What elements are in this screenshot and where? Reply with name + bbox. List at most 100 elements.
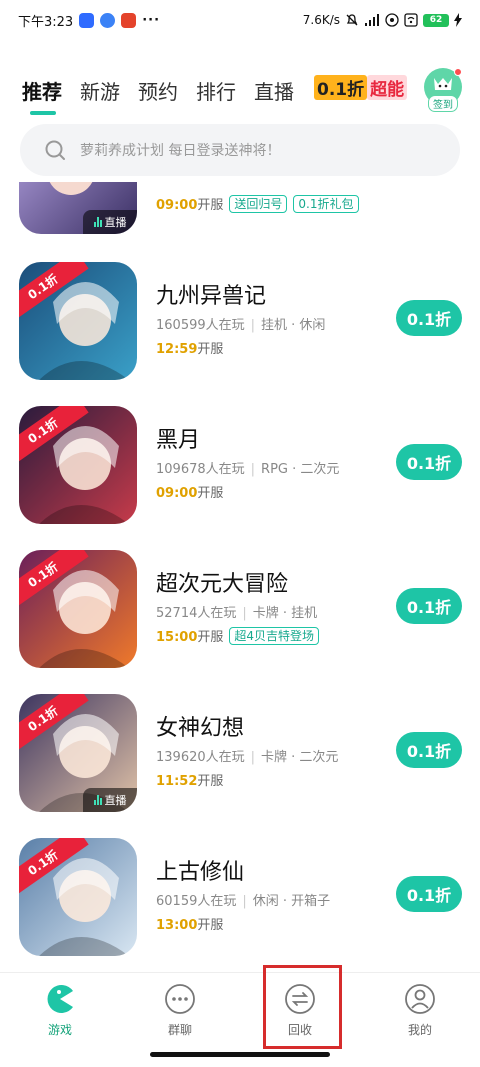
game-list: 直播 09:00开服 送回归号 0.1折礼包 0.1折 九州异兽记 160599… xyxy=(0,182,480,970)
game-name: 黑月 xyxy=(156,428,201,453)
nav-games[interactable]: 游戏 xyxy=(0,973,120,1046)
game-name: 上古修仙 xyxy=(156,860,245,885)
game-item[interactable]: 0.1折 黑月 109678人在玩 | RPG · 二次元 09:00开服 0.1折 xyxy=(0,406,480,532)
game-meta: 139620人在玩 | 卡牌 · 二次元 xyxy=(156,750,339,765)
category-tabs: 推荐 新游 预约 排行 直播 xyxy=(0,62,480,117)
notification-dot xyxy=(454,68,462,76)
open-time: 15:00 xyxy=(156,630,198,645)
tab-reservation[interactable]: 预约 xyxy=(138,62,178,105)
player-count: 52714人在玩 xyxy=(156,606,237,621)
bottom-navigation: 游戏 群聊 回收 我的 xyxy=(0,972,480,1046)
game-meta: 52714人在玩 | 卡牌 · 挂机 xyxy=(156,606,318,621)
game-item[interactable]: 0.1折 直播 女神幻想 139620人在玩 | 卡牌 · 二次元 11:52开服 … xyxy=(0,694,480,820)
game-meta: 160599人在玩 | 挂机 · 休闲 xyxy=(156,318,326,333)
search-placeholder: 萝莉养成计划 每日登录送神将！ xyxy=(80,143,281,159)
home-indicator[interactable] xyxy=(150,1052,330,1057)
app-notification-icon xyxy=(100,12,116,28)
game-icon: 0.1折 xyxy=(19,838,137,956)
get-discount-button[interactable]: 0.1折 xyxy=(396,300,462,336)
game-item-partial[interactable]: 直播 09:00开服 送回归号 0.1折礼包 xyxy=(0,182,480,242)
player-count: 60159人在玩 xyxy=(156,894,237,909)
pacman-icon xyxy=(47,985,73,1013)
player-count: 160599人在玩 xyxy=(156,318,245,333)
user-icon xyxy=(405,984,435,1014)
tab-recommended[interactable]: 推荐 xyxy=(22,62,62,115)
game-icon: 0.1折 直播 xyxy=(19,694,137,812)
signin-button[interactable]: 签到 xyxy=(424,68,462,112)
live-bars-icon xyxy=(93,795,102,805)
nav-label: 游戏 xyxy=(47,1023,72,1037)
game-name: 女神幻想 xyxy=(156,716,245,741)
open-time: 09:00 xyxy=(156,198,198,213)
player-count: 139620人在玩 xyxy=(156,750,245,765)
game-genre: 卡牌 · 二次元 xyxy=(261,750,339,765)
game-icon: 0.1折 xyxy=(19,406,137,524)
more-notifications-icon: ··· xyxy=(142,12,161,28)
nav-label: 群聊 xyxy=(167,1023,192,1037)
game-item[interactable]: 0.1折 上古修仙 60159人在玩 | 休闲 · 开箱子 13:00开服 0.1折 xyxy=(0,838,480,964)
search-bar[interactable]: 萝莉养成计划 每日登录送神将！ xyxy=(20,124,460,176)
status-bar: 下午3:23 ··· 7.6K/s 62 xyxy=(0,0,480,40)
promo-tab-super: 超能 xyxy=(367,74,408,100)
get-discount-button[interactable]: 0.1折 xyxy=(396,588,462,624)
live-badge: 直播 xyxy=(83,788,137,812)
game-tag: 0.1折礼包 xyxy=(293,194,359,213)
live-label: 直播 xyxy=(104,216,127,229)
nav-profile[interactable]: 我的 xyxy=(360,973,480,1046)
open-label: 开服 xyxy=(197,630,224,645)
open-label: 开服 xyxy=(197,486,224,501)
game-name: 九州异兽记 xyxy=(156,284,267,309)
open-time: 11:52 xyxy=(156,774,198,789)
game-open-time: 13:00开服 xyxy=(156,914,223,933)
game-open-time: 12:59开服 xyxy=(156,338,223,357)
player-count: 109678人在玩 xyxy=(156,462,245,477)
open-label: 开服 xyxy=(197,918,224,933)
open-label: 开服 xyxy=(197,342,224,357)
game-genre: RPG · 二次元 xyxy=(261,462,340,477)
tab-ranking[interactable]: 排行 xyxy=(196,62,236,105)
game-meta: 60159人在玩 | 休闲 · 开箱子 xyxy=(156,894,331,909)
get-discount-button[interactable]: 0.1折 xyxy=(396,444,462,480)
status-time: 下午3:23 xyxy=(18,14,74,30)
signin-label: 签到 xyxy=(428,95,458,112)
game-item[interactable]: 0.1折 九州异兽记 160599人在玩 | 挂机 · 休闲 12:59开服 0.1… xyxy=(0,262,480,388)
game-meta: 109678人在玩 | RPG · 二次元 xyxy=(156,462,340,477)
highlight-annotation-box xyxy=(263,965,342,1049)
open-time: 09:00 xyxy=(156,486,198,501)
promo-tab[interactable]: 0.1折 超能 xyxy=(314,74,408,100)
mascot-icon xyxy=(434,78,452,90)
get-discount-button[interactable]: 0.1折 xyxy=(396,876,462,912)
game-open-time: 09:00开服 送回归号 0.1折礼包 xyxy=(156,194,359,213)
game-item[interactable]: 0.1折 超次元大冒险 52714人在玩 | 卡牌 · 挂机 15:00开服 超4贝吉… xyxy=(0,550,480,676)
chat-bubble-icon xyxy=(165,984,195,1014)
nav-group-chat[interactable]: 群聊 xyxy=(120,973,240,1046)
nav-label: 我的 xyxy=(407,1023,432,1037)
app-notification-icon xyxy=(79,12,95,28)
tab-live[interactable]: 直播 xyxy=(254,62,294,105)
get-discount-button[interactable]: 0.1折 xyxy=(396,732,462,768)
open-time: 12:59 xyxy=(156,342,198,357)
game-genre: 卡牌 · 挂机 xyxy=(252,606,318,621)
tab-new-games[interactable]: 新游 xyxy=(80,62,120,105)
game-icon: 直播 xyxy=(19,182,137,234)
hotspot-icon xyxy=(385,13,399,27)
signal-icon xyxy=(365,14,379,26)
app-notification-icon xyxy=(121,12,137,28)
mute-icon xyxy=(346,14,358,26)
live-badge: 直播 xyxy=(83,210,137,234)
wifi-icon xyxy=(404,13,418,27)
game-tag: 超4贝吉特登场 xyxy=(229,626,320,645)
game-genre: 休闲 · 开箱子 xyxy=(252,894,331,909)
network-speed: 7.6K/s xyxy=(302,13,340,27)
game-open-time: 11:52开服 xyxy=(156,770,223,789)
game-genre: 挂机 · 休闲 xyxy=(261,318,326,333)
game-icon: 0.1折 xyxy=(19,262,137,380)
game-icon: 0.1折 xyxy=(19,550,137,668)
game-open-time: 15:00开服 超4贝吉特登场 xyxy=(156,626,320,645)
battery-indicator: 62 xyxy=(423,13,449,27)
game-name: 超次元大冒险 xyxy=(156,572,289,597)
open-label: 开服 xyxy=(197,774,224,789)
game-tag: 送回归号 xyxy=(229,194,288,213)
promo-tab-discount: 0.1折 xyxy=(314,74,368,100)
game-open-time: 09:00开服 xyxy=(156,482,223,501)
